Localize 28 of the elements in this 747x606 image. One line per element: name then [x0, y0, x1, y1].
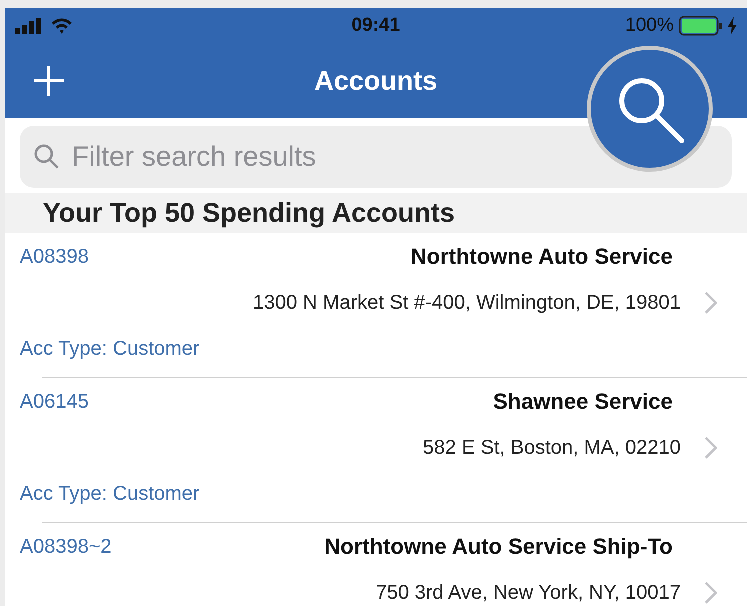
search-bar[interactable]: Filter search results — [20, 126, 732, 188]
account-type: Acc Type: Customer — [20, 483, 200, 505]
battery-icon — [679, 16, 724, 36]
account-name: Shawnee Service — [493, 389, 673, 415]
account-id: A08398 — [20, 246, 90, 268]
chevron-right-icon — [705, 437, 717, 459]
search-icon — [34, 144, 60, 170]
account-id: A08398~2 — [20, 536, 113, 558]
account-row[interactable]: A08398 Northtowne Auto Service 1300 N Market St #-400, Wilmington, DE, 19801 Acc Type: Customer — [5, 233, 747, 378]
nav-title: Accounts — [314, 66, 438, 96]
status-time: 09:41 — [352, 15, 400, 37]
account-address: 582 E St, Boston, MA, 02210 — [423, 436, 681, 460]
chevron-right-icon — [705, 292, 717, 314]
account-address: 750 3rd Ave, New York, NY, 10017 — [376, 582, 681, 604]
battery-percentage: 100% — [625, 15, 674, 37]
wifi-icon — [51, 18, 73, 34]
search-field[interactable]: Filter search results — [70, 140, 718, 174]
account-row[interactable]: A06145 Shawnee Service 582 E St, Boston, MA, 02210 Acc Type: Customer — [5, 378, 747, 523]
charging-bolt-icon — [728, 17, 738, 35]
account-id: A06145 — [20, 390, 90, 414]
chevron-right-icon — [705, 582, 717, 604]
account-address: 1300 N Market St #-400, Wilmington, DE, 19801 — [253, 292, 681, 314]
account-type: Acc Type: Customer — [20, 338, 200, 360]
account-row[interactable]: A08398~2 Northtowne Auto Service Ship-To 750 3rd Ave, New York, NY, 10017 — [5, 523, 747, 606]
account-name: Northtowne Auto Service — [411, 244, 673, 270]
add-icon[interactable] — [33, 65, 65, 97]
account-name: Northtowne Auto Service Ship-To — [324, 534, 673, 560]
section-title: Your Top 50 Spending Accounts — [43, 198, 456, 228]
